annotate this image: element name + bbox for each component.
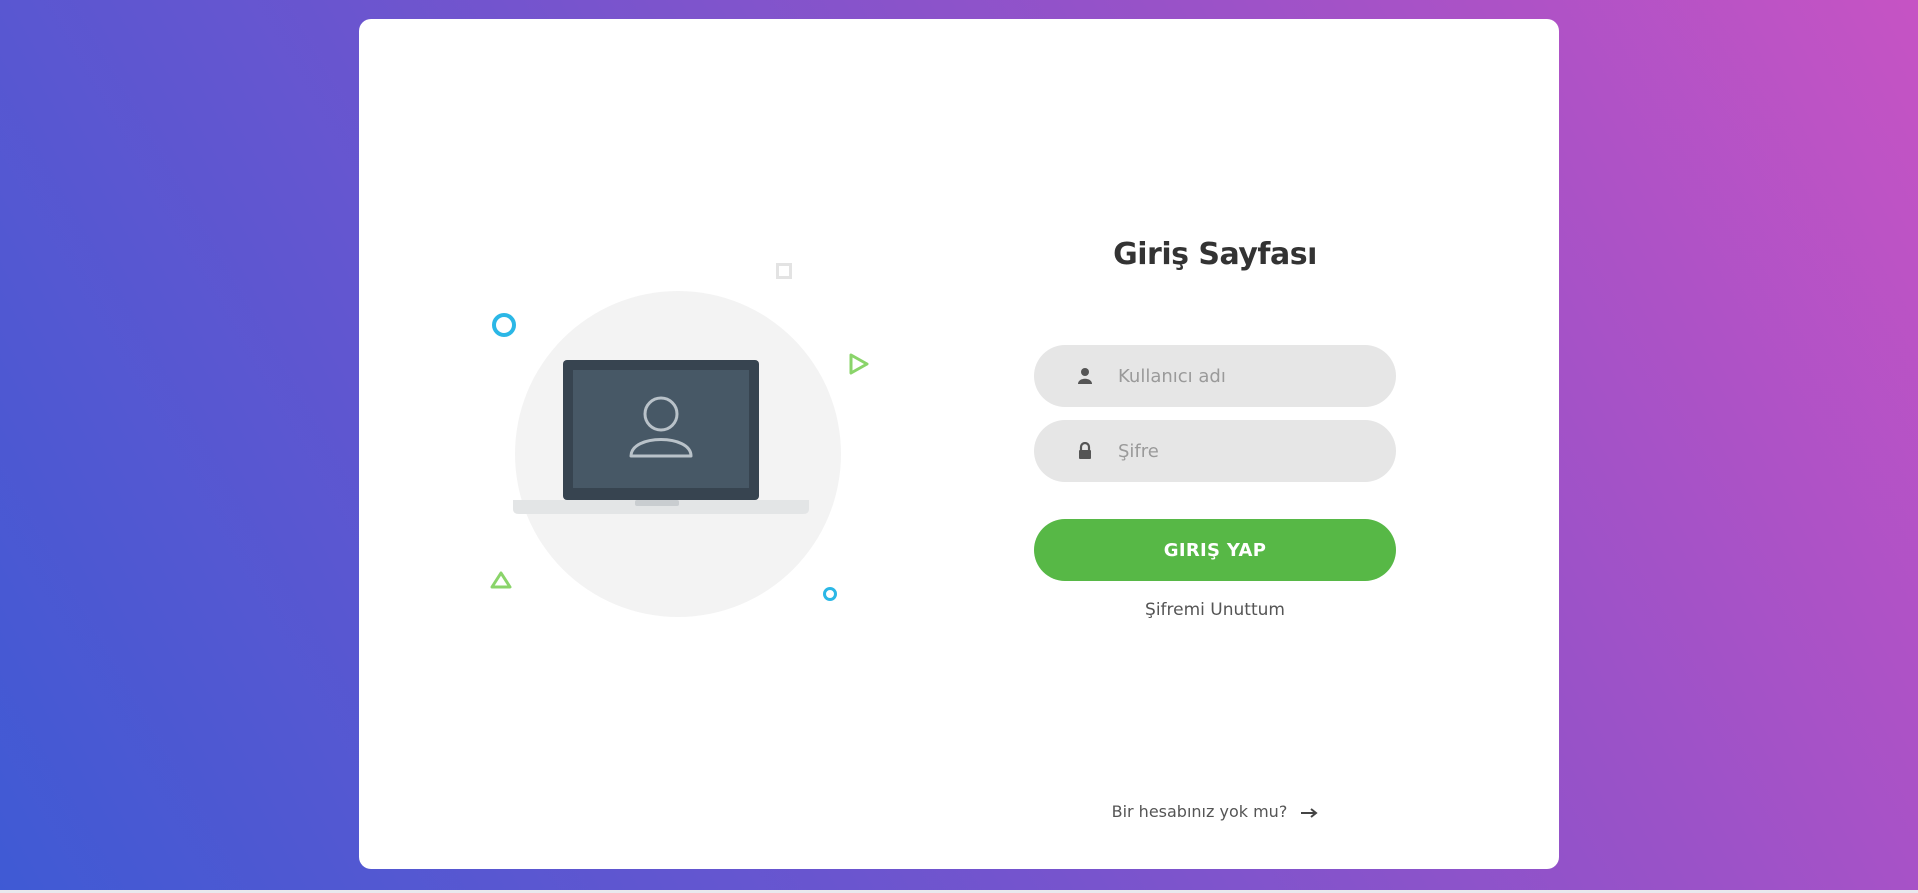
- decorative-triangle-up-icon: [490, 571, 512, 589]
- forgot-password-label: Şifremi Unuttum: [1145, 600, 1285, 620]
- decorative-ring-icon: [492, 313, 516, 337]
- forgot-password-link[interactable]: Şifremi Unuttum: [1034, 600, 1396, 620]
- username-field[interactable]: [1034, 345, 1396, 407]
- signup-label: Bir hesabınız yok mu?: [1111, 802, 1288, 821]
- user-icon: [1078, 368, 1092, 384]
- decorative-triangle-right-icon: [849, 353, 869, 375]
- login-illustration: [479, 239, 899, 619]
- lock-icon: [1079, 442, 1091, 459]
- login-button[interactable]: GIRIŞ YAP: [1034, 519, 1396, 581]
- login-card: Giriş Sayfası GIRIŞ YAP Şifremi Unuttum …: [359, 19, 1559, 869]
- arrow-right-icon: [1301, 807, 1319, 818]
- decorative-ring-small-icon: [823, 587, 837, 601]
- username-input[interactable]: [1118, 345, 1378, 407]
- password-field[interactable]: [1034, 420, 1396, 482]
- page-title: Giriş Sayfası: [1113, 237, 1317, 272]
- decorative-square-icon: [776, 263, 792, 279]
- login-form: Giriş Sayfası GIRIŞ YAP Şifremi Unuttum …: [1034, 19, 1396, 869]
- signup-link[interactable]: Bir hesabınız yok mu?: [1034, 802, 1396, 821]
- laptop-user-icon: [513, 360, 809, 514]
- password-input[interactable]: [1118, 420, 1378, 482]
